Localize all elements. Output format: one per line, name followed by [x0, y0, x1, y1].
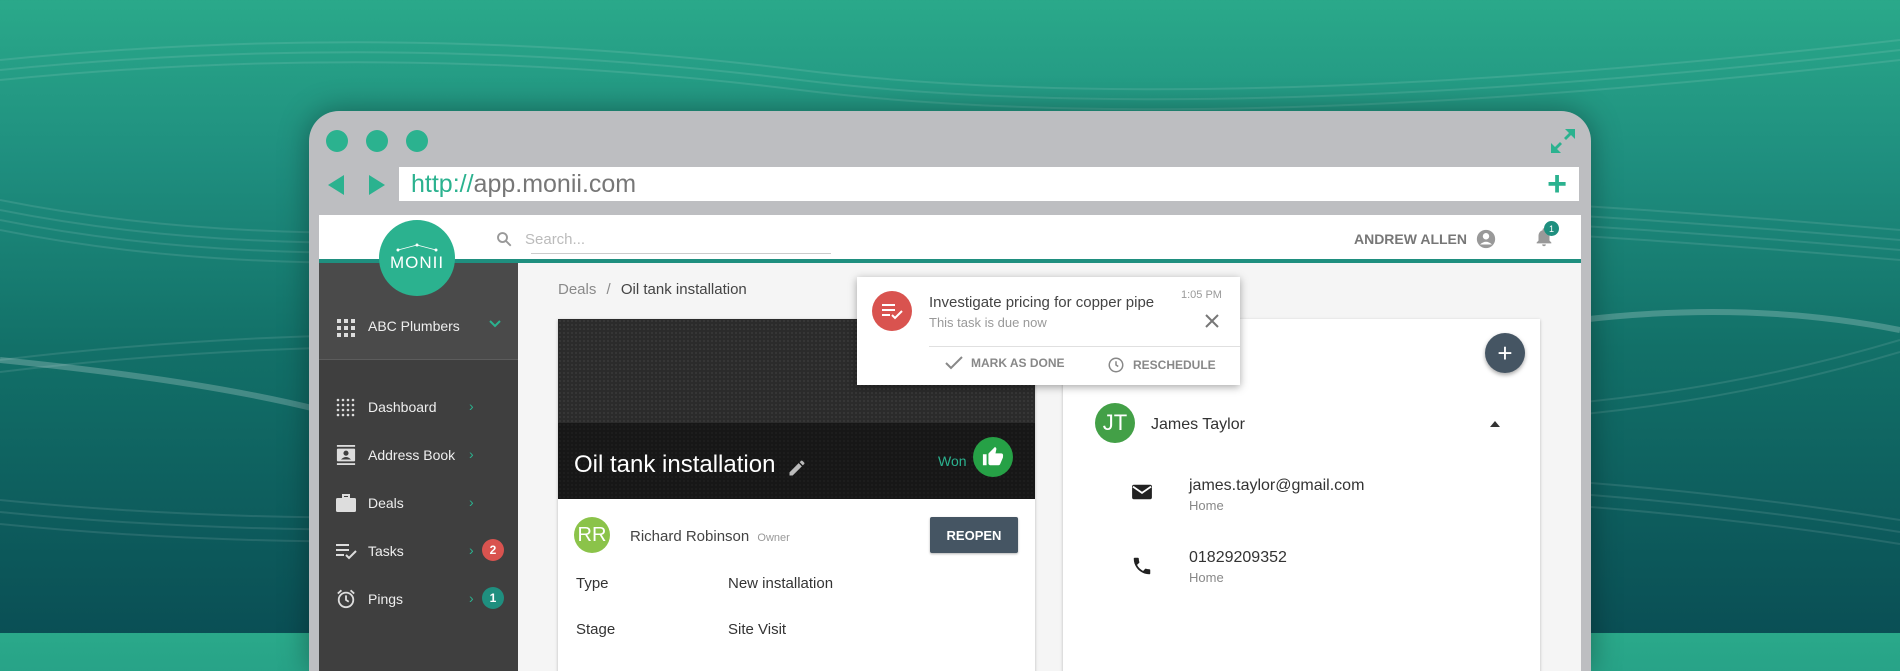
pings-count-badge: 1 [482, 587, 504, 609]
chevron-right-icon: › [469, 446, 474, 462]
window-dot-maximize[interactable] [406, 130, 428, 152]
notification-subtitle: This task is due now [929, 315, 1047, 330]
field-value: New installation [728, 575, 834, 592]
sidebar-item-label: Address Book [368, 447, 456, 463]
notification-title: Investigate pricing for copper pipe [929, 294, 1155, 311]
phone-icon [1133, 557, 1151, 575]
user-name: ANDREW ALLEN [1353, 231, 1467, 247]
deal-status-label: Won [938, 453, 967, 469]
notifications-button[interactable]: 1 [1533, 221, 1559, 254]
sidebar-item-label: Deals [368, 495, 404, 511]
won-thumb-button[interactable] [973, 437, 1013, 477]
edit-pencil-icon[interactable] [787, 458, 807, 478]
sidebar-item-deals[interactable]: Deals › [319, 485, 518, 521]
forward-arrow-icon[interactable] [369, 175, 385, 195]
tasks-count-badge: 2 [482, 539, 504, 561]
mark-as-done-label: MARK AS DONE [971, 356, 1065, 370]
window-dot-close[interactable] [326, 130, 348, 152]
sidebar-item-label: Tasks [368, 543, 404, 559]
task-due-icon [872, 291, 912, 331]
field-label: Stage [576, 621, 616, 638]
window-dot-minimize[interactable] [366, 130, 388, 152]
breadcrumb-separator: / [606, 281, 611, 298]
check-icon [945, 356, 963, 370]
contact-phone-type: Home [1189, 570, 1224, 585]
owner-name-text: Richard Robinson [630, 528, 750, 545]
company-name: ABC Plumbers [368, 318, 460, 334]
sidebar: ABC Plumbers Dashboard › Address Book › … [319, 263, 518, 671]
field-value: Site Visit [728, 621, 787, 638]
search-placeholder: Search... [525, 230, 586, 248]
mark-as-done-button[interactable]: MARK AS DONE [945, 356, 1065, 370]
sidebar-item-label: Dashboard [368, 399, 437, 415]
notification-divider [929, 346, 1240, 347]
user-menu[interactable]: ANDREW ALLEN [1354, 228, 1497, 250]
notification-count-badge: 1 [1544, 221, 1559, 236]
add-contact-button[interactable]: + [1485, 333, 1525, 373]
expand-icon[interactable] [1547, 125, 1579, 157]
deal-title: Oil tank installation [574, 451, 776, 478]
email-icon [1132, 484, 1152, 500]
top-bar: Search... ANDREW ALLEN 1 [319, 215, 1581, 263]
reschedule-button[interactable]: RESCHEDULE [1107, 356, 1216, 374]
account-circle-icon [1476, 229, 1496, 249]
briefcase-icon [336, 494, 356, 512]
breadcrumb-current: Oil tank installation [620, 281, 747, 298]
monii-logo[interactable]: MONII [379, 220, 455, 296]
close-icon[interactable] [1204, 313, 1220, 329]
url-host: app.monii.com [473, 169, 637, 198]
owner-role: Owner [757, 532, 790, 544]
contact-phone[interactable]: 01829209352 [1189, 549, 1287, 567]
task-notification: Investigate pricing for copper pipe This… [857, 277, 1240, 385]
search-icon [497, 232, 512, 247]
address-bar[interactable]: http:// app.monii.com + [399, 165, 1579, 204]
contact-email[interactable]: james.taylor@gmail.com [1189, 477, 1364, 495]
chevron-right-icon: › [469, 542, 474, 558]
browser-window: http:// app.monii.com + Search... ANDREW… [309, 111, 1591, 671]
owner-name: Richard Robinson Owner [630, 528, 790, 545]
contact-name[interactable]: James Taylor [1151, 416, 1245, 434]
sidebar-item-address-book[interactable]: Address Book › [319, 437, 518, 473]
breadcrumb: Deals / Oil tank installation [558, 281, 747, 298]
contact-avatar: JT [1095, 403, 1135, 443]
url-protocol: http:// [411, 169, 474, 198]
dashboard-icon [336, 398, 355, 417]
search-field[interactable]: Search... [497, 225, 831, 254]
breadcrumb-deals-link[interactable]: Deals [558, 281, 596, 298]
apps-grid-icon [337, 319, 355, 337]
logo-constellation-icon [396, 243, 438, 252]
tasks-icon [336, 544, 357, 560]
owner-avatar: RR [574, 517, 610, 553]
field-row-type: Type New installation [576, 575, 833, 592]
notification-time: 1:05 PM [1181, 289, 1222, 301]
contact-email-type: Home [1189, 498, 1224, 513]
alarm-icon [337, 589, 355, 609]
chevron-right-icon: › [469, 590, 474, 606]
reschedule-label: RESCHEDULE [1133, 358, 1216, 372]
thumb-up-icon [982, 446, 1004, 466]
chevron-right-icon: › [469, 398, 474, 414]
field-label: Type [576, 575, 609, 592]
back-arrow-icon[interactable] [328, 175, 344, 195]
chevron-down-icon [489, 320, 501, 328]
address-book-icon [336, 445, 356, 465]
sidebar-item-dashboard[interactable]: Dashboard › [319, 389, 518, 425]
sidebar-item-tasks[interactable]: Tasks › 2 [319, 533, 518, 569]
chevron-right-icon: › [469, 494, 474, 510]
sidebar-item-label: Pings [368, 591, 404, 607]
owner-row: RR Richard Robinson Owner REOPEN [574, 517, 1019, 557]
sidebar-item-pings[interactable]: Pings › 1 [319, 581, 518, 617]
collapse-arrow-icon[interactable] [1490, 421, 1500, 427]
new-tab-plus-icon[interactable]: + [1547, 165, 1567, 204]
field-row-stage: Stage Site Visit [576, 621, 786, 638]
logo-text: MONII [389, 253, 445, 272]
reopen-button[interactable]: REOPEN [930, 517, 1018, 553]
clock-icon [1108, 357, 1124, 373]
